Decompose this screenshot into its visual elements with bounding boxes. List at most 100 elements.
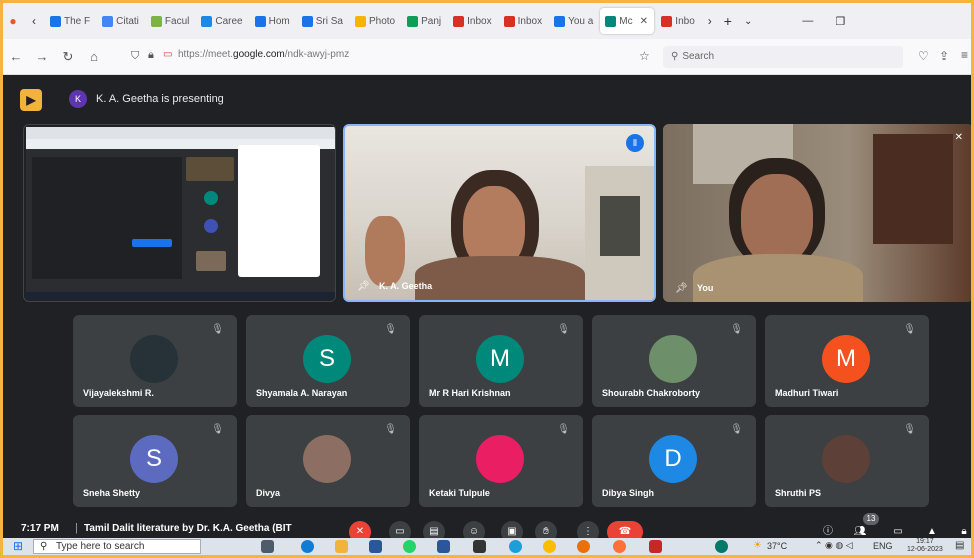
participant-name: Divya	[256, 488, 281, 498]
tab-label: Facul	[164, 15, 190, 27]
pin-icon[interactable]: 📌︎	[357, 281, 370, 292]
tab-label: Inbox	[467, 15, 492, 27]
tab-favicon-icon	[301, 15, 313, 27]
participant-avatar	[476, 435, 524, 483]
participant-tile[interactable]: 🎙︎ Shourabh Chakroborty	[592, 315, 756, 407]
tab-label: Mc	[619, 15, 633, 27]
browser-tab[interactable]: You a	[549, 8, 598, 34]
taskbar-search-box[interactable]: ⚲ Type here to search	[33, 539, 201, 554]
participant-tile[interactable]: 🎙︎ D Dibya Singh	[592, 415, 756, 507]
browser-tab[interactable]: Mc ✕	[600, 8, 655, 34]
browser-window: ● ‹ The F Citati Facul Caree Hom Sri Sa Photo P…	[3, 3, 971, 555]
participant-avatar: M	[476, 335, 524, 383]
firefox-menu-icon[interactable]: ●	[3, 14, 23, 28]
edge-browser-icon[interactable]	[509, 540, 522, 553]
forward-button[interactable]: →	[29, 49, 55, 64]
back-button[interactable]: ←	[3, 49, 29, 64]
whatsapp-icon[interactable]	[403, 540, 416, 553]
reload-button[interactable]: ↻	[55, 49, 81, 65]
extensions-icon[interactable]: ⇪	[939, 49, 949, 63]
lock-icon[interactable]: 🔒︎	[148, 49, 154, 62]
participant-name: Dibya Singh	[602, 488, 655, 498]
participant-avatar: D	[649, 435, 697, 483]
edge-icon[interactable]	[301, 540, 314, 553]
participant-name: Madhuri Tiwari	[775, 388, 839, 398]
browser-tab[interactable]: Sri Sa	[297, 8, 348, 34]
mic-muted-icon: 🎙︎	[557, 324, 570, 335]
participant-tile[interactable]: 🎙︎ M Madhuri Tiwari	[765, 315, 929, 407]
browser-tab[interactable]: Citati	[97, 8, 144, 34]
participant-tile[interactable]: 🎙︎ Shruthi PS	[765, 415, 929, 507]
word-icon[interactable]	[437, 540, 450, 553]
mic-muted-icon: 🎙︎	[903, 324, 916, 335]
new-tab-button[interactable]: +	[724, 13, 732, 29]
system-tray-icons[interactable]: ⌃ ◉ ◍ ◁	[815, 540, 853, 551]
store-icon[interactable]	[369, 540, 382, 553]
participant-tile[interactable]: 🎙︎ Ketaki Tulpule	[419, 415, 583, 507]
search-box[interactable]: ⚲ Search	[663, 46, 903, 68]
tab-favicon-icon	[554, 15, 566, 27]
tab-favicon-icon	[201, 15, 213, 27]
tab-favicon-icon	[453, 15, 465, 27]
browser-tab[interactable]: Hom	[250, 8, 295, 34]
camera-permission-icon[interactable]: ▭	[163, 49, 172, 60]
self-view-tile[interactable]: ✕ 📌︎ You	[663, 124, 971, 302]
camera-app-icon[interactable]	[473, 540, 486, 553]
windows-start-icon[interactable]: ⊞	[13, 539, 23, 553]
media-icon[interactable]	[649, 540, 662, 553]
tabs-scroll-icon[interactable]: ›	[708, 14, 712, 28]
participant-avatar	[303, 435, 351, 483]
participant-tile[interactable]: 🎙︎ S Shyamala A. Narayan	[246, 315, 410, 407]
participant-tile[interactable]: 🎙︎ Divya	[246, 415, 410, 507]
mic-muted-icon: 🎙︎	[730, 324, 743, 335]
pocket-icon[interactable]: ♡	[918, 49, 929, 63]
presentation-icon[interactable]: ▶	[20, 89, 42, 111]
browser-tab[interactable]: Caree	[196, 8, 247, 34]
tab-label: Caree	[215, 15, 243, 27]
browser-tab[interactable]: Inbox	[448, 8, 496, 34]
url-bar[interactable]: https://meet.google.com/ndk-awyj-pmz	[178, 49, 349, 60]
browser-tab[interactable]: Facul	[146, 8, 194, 34]
task-view-icon[interactable]	[261, 540, 274, 553]
language-indicator[interactable]: ENG	[873, 541, 893, 551]
url-path: /ndk-awyj-pmz	[284, 49, 350, 60]
earth-icon[interactable]	[715, 540, 728, 553]
teams-icon[interactable]	[577, 540, 590, 553]
participant-tile[interactable]: 🎙︎ S Sneha Shetty	[73, 415, 237, 507]
tab-list-dropdown-icon[interactable]: ⌄	[744, 16, 752, 27]
browser-tab[interactable]: Panj	[402, 8, 446, 34]
tab-label: Sri Sa	[315, 15, 343, 27]
pin-icon[interactable]: 📌︎	[675, 283, 688, 294]
clock-date: 12-06-2023	[907, 546, 943, 553]
minimize-button[interactable]: —	[802, 15, 813, 27]
participant-tile[interactable]: 🎙︎ M Mr R Hari Krishnan	[419, 315, 583, 407]
participant-avatar: S	[130, 435, 178, 483]
maximize-button[interactable]: ❐	[835, 15, 845, 28]
screen-share-tile[interactable]	[23, 124, 336, 302]
home-button[interactable]: ⌂	[81, 49, 107, 64]
weather-icon[interactable]: ☀	[753, 540, 762, 551]
shield-icon[interactable]: ⛉	[131, 50, 139, 63]
menu-icon[interactable]: ≡	[961, 48, 968, 62]
tab-label: You a	[568, 15, 594, 27]
participant-name: Shyamala A. Narayan	[256, 388, 348, 398]
close-tab-icon[interactable]: ✕	[640, 16, 648, 27]
tab-favicon-icon	[102, 15, 114, 27]
participant-tile[interactable]: 🎙︎ Vijayalekshmi R.	[73, 315, 237, 407]
mic-muted-icon: 🎙︎	[211, 324, 224, 335]
taskbar-search-placeholder: Type here to search	[56, 541, 145, 552]
taskbar-clock[interactable]: 19:17 12-06-2023	[907, 538, 943, 554]
notification-icon[interactable]: ▤	[955, 540, 964, 551]
chrome-icon[interactable]	[543, 540, 556, 553]
browser-tab[interactable]: Inbox	[499, 8, 547, 34]
bookmark-star-icon[interactable]: ☆	[639, 49, 650, 63]
mic-muted-icon: 🎙︎	[211, 424, 224, 435]
file-explorer-icon[interactable]	[335, 540, 348, 553]
browser-tab[interactable]: The F	[45, 8, 95, 34]
tab-list-back-icon[interactable]: ‹	[23, 14, 45, 28]
firefox-icon[interactable]	[613, 540, 626, 553]
browser-tab[interactable]: Inbo	[656, 8, 699, 34]
meeting-divider: |	[75, 522, 78, 534]
browser-tab[interactable]: Photo	[350, 8, 400, 34]
active-speaker-tile[interactable]: ⦀ 📌︎ K. A. Geetha	[343, 124, 656, 302]
